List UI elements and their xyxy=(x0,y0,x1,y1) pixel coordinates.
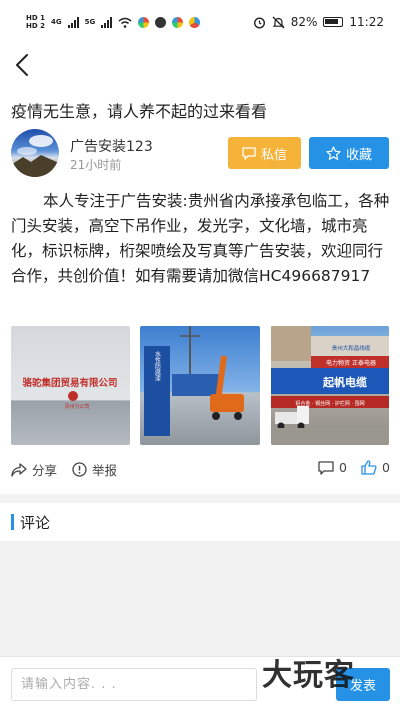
comment-icon xyxy=(318,460,334,475)
report-button[interactable]: 举报 xyxy=(72,460,117,479)
post-actions: 分享 举报 0 0 xyxy=(0,460,400,480)
report-label: 举报 xyxy=(92,463,118,478)
photo-3-sign-line2: 电力物资 正泰电器 xyxy=(326,359,376,367)
section-accent-bar xyxy=(11,514,14,530)
photo-2-image: 水性防腐漆 xyxy=(144,326,244,436)
signal1-icon xyxy=(67,16,79,28)
like-button[interactable]: 0 xyxy=(361,460,390,475)
comments-title: 评论 xyxy=(20,514,51,532)
signal2-icon xyxy=(101,16,113,28)
wifi-icon xyxy=(118,17,132,28)
sim-labels: HD 1 HD 2 xyxy=(26,14,45,30)
app-notify-icon xyxy=(189,16,201,28)
photo-1-sign-line2: 贵州分公司 xyxy=(64,403,89,410)
back-arrow-icon[interactable] xyxy=(12,52,34,78)
app-notify-icon xyxy=(172,16,184,28)
photo-3-sign-line3: 铝合金 · 钢丝网 · 护栏网 · 围网 xyxy=(295,400,364,407)
photo-3-sign-main: 起帆电缆 xyxy=(322,375,367,389)
photo-2-sign: 水性防腐漆 xyxy=(154,350,161,382)
post-time: 21小时前 xyxy=(70,158,122,172)
post-content: 本人专注于广告安装:贵州省内承接承包临工，各种门头安装，高空下吊作业，发光字，文… xyxy=(11,192,390,285)
status-left: HD 1 HD 2 4G 5G xyxy=(26,14,201,30)
watermark-logo: 大玩客 xyxy=(262,658,355,693)
chat-icon xyxy=(242,147,256,160)
sim1-label: HD 1 xyxy=(26,14,45,22)
favorite-button[interactable]: 收藏 xyxy=(309,137,389,169)
status-right: 82% 11:22 xyxy=(253,15,384,29)
network2-label: 5G xyxy=(84,18,96,26)
photo-1-image: 骆驼集团贸易有限公司 贵州分公司 xyxy=(22,377,117,410)
like-count: 0 xyxy=(382,460,390,475)
post-title: 疫情无生意，请人养不起的过来看看 xyxy=(11,102,268,121)
post-photo-2[interactable]: 水性防腐漆 xyxy=(140,326,260,445)
favorite-button-label: 收藏 xyxy=(345,147,372,163)
status-bar: HD 1 HD 2 4G 5G 82% 11:22 xyxy=(0,0,400,44)
comment-input[interactable] xyxy=(11,668,257,701)
network1-label: 4G xyxy=(50,18,62,26)
share-icon xyxy=(11,462,27,477)
alarm-icon xyxy=(253,16,265,29)
message-button-label: 私信 xyxy=(260,147,287,163)
share-label: 分享 xyxy=(32,463,58,478)
post-photo-3[interactable]: 贵州大和昌线缆 电力物资 正泰电器 起帆电缆 铝合金 · 钢丝网 · 护栏网 ·… xyxy=(271,326,389,445)
mute-icon xyxy=(272,16,285,28)
photo-3-image: 贵州大和昌线缆 电力物资 正泰电器 起帆电缆 铝合金 · 钢丝网 · 护栏网 ·… xyxy=(271,326,389,445)
app-notify-icon xyxy=(155,16,167,28)
alert-icon xyxy=(72,462,87,477)
app-notify-icon xyxy=(138,16,150,28)
thumbs-up-icon xyxy=(361,460,377,475)
photo-3-sign-line1: 贵州大和昌线缆 xyxy=(332,344,371,352)
battery-icon xyxy=(323,17,344,27)
comments-section-header: 评论 xyxy=(0,503,400,541)
clock: 11:22 xyxy=(349,15,384,29)
author-name[interactable]: 广告安装123 xyxy=(70,136,153,156)
comment-count: 0 xyxy=(339,460,347,475)
avatar[interactable] xyxy=(11,129,59,177)
star-icon xyxy=(326,145,341,160)
sim2-label: HD 2 xyxy=(26,22,45,30)
comment-count-button[interactable]: 0 xyxy=(318,460,347,475)
avatar-image xyxy=(11,135,59,177)
battery-percent: 82% xyxy=(290,15,318,29)
post-photo-1[interactable]: 骆驼集团贸易有限公司 贵州分公司 xyxy=(11,326,130,445)
photo-1-sign-line1: 骆驼集团贸易有限公司 xyxy=(22,377,117,389)
message-button[interactable]: 私信 xyxy=(228,137,301,169)
post-card: 疫情无生意，请人养不起的过来看看 广告安装123 21小时前 私信 收藏 本人专… xyxy=(0,86,400,494)
top-nav-bar xyxy=(0,44,400,86)
share-button[interactable]: 分享 xyxy=(11,460,57,479)
